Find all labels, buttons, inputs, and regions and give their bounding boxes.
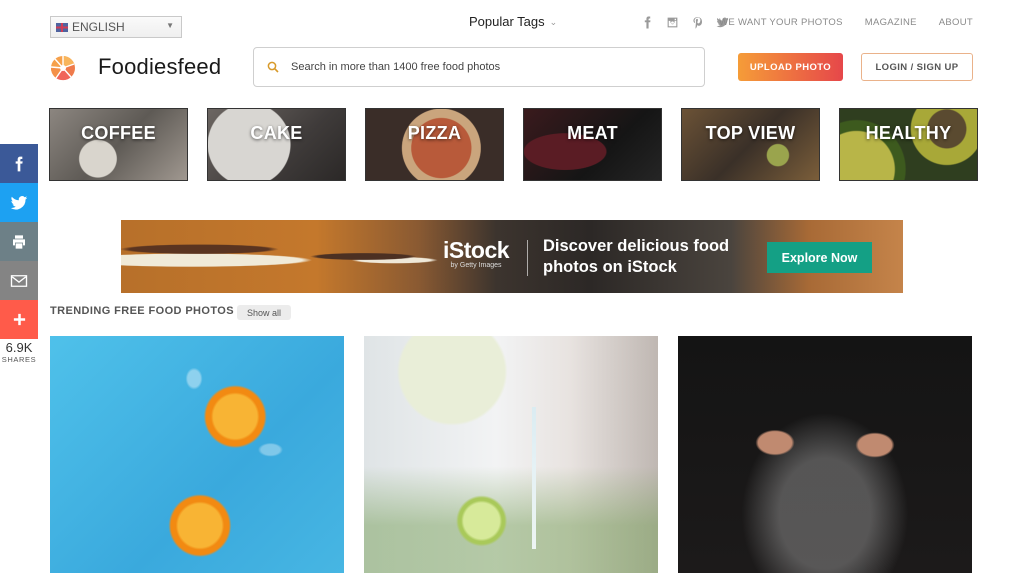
category-pizza[interactable]: PIZZA — [365, 108, 504, 181]
category-meat[interactable]: MEAT — [523, 108, 662, 181]
link-magazine[interactable]: MAGAZINE — [865, 17, 917, 28]
link-about[interactable]: ABOUT — [939, 17, 973, 28]
category-cake[interactable]: CAKE — [207, 108, 346, 181]
category-top-view[interactable]: TOP VIEW — [681, 108, 820, 181]
social-links — [641, 15, 729, 30]
category-label: CAKE — [250, 123, 303, 143]
login-signup-button[interactable]: LOGIN / SIGN UP — [861, 53, 973, 81]
pinterest-icon[interactable] — [691, 15, 704, 30]
language-select[interactable]: ENGLISH ▼ — [50, 16, 182, 38]
share-more-button[interactable] — [0, 300, 38, 339]
uk-flag-icon — [56, 22, 68, 32]
category-coffee[interactable]: COFFEE — [49, 108, 188, 181]
brand-name[interactable]: Foodiesfeed — [98, 54, 221, 80]
search-box — [253, 47, 705, 87]
top-nav-links: WE WANT YOUR PHOTOS MAGAZINE ABOUT — [719, 17, 973, 28]
photo-card-flour-hands[interactable] — [678, 336, 972, 573]
istock-logo: iStock by Getty Images — [443, 237, 510, 270]
trending-heading: TRENDING FREE FOOD PHOTOS — [50, 305, 234, 317]
category-label: COFFEE — [81, 123, 156, 143]
share-count-label: SHARES — [1, 355, 37, 364]
category-label: TOP VIEW — [705, 123, 796, 143]
show-all-button[interactable]: Show all — [237, 305, 291, 320]
category-label: MEAT — [567, 123, 618, 143]
share-print-button[interactable] — [0, 222, 38, 261]
chevron-down-icon: ⌄ — [549, 17, 558, 27]
share-count-number: 6.9K — [5, 340, 33, 355]
ad-brand: iStock — [443, 237, 510, 263]
ad-divider — [527, 240, 528, 276]
share-twitter-button[interactable] — [0, 183, 38, 222]
category-healthy[interactable]: HEALTHY — [839, 108, 978, 181]
share-count: 6.9K SHARES — [0, 340, 38, 365]
email-icon — [10, 274, 28, 287]
ad-headline: Discover delicious food photos on iStock — [543, 237, 730, 276]
category-label: PIZZA — [407, 123, 462, 143]
share-sidebar: 6.9K SHARES — [0, 144, 38, 364]
facebook-icon[interactable] — [641, 15, 654, 30]
istock-ad-banner[interactable]: iStock by Getty Images Discover deliciou… — [121, 220, 903, 293]
photo-card-water-pour[interactable] — [364, 336, 658, 573]
chevron-down-icon: ▼ — [166, 21, 174, 30]
link-we-want-your-photos[interactable]: WE WANT YOUR PHOTOS — [719, 17, 843, 28]
twitter-icon — [10, 195, 28, 209]
popular-tags-label: Popular Tags — [469, 14, 545, 29]
facebook-icon — [15, 156, 23, 171]
share-facebook-button[interactable] — [0, 144, 38, 183]
instagram-icon[interactable] — [666, 15, 679, 30]
photo-card-oranges[interactable] — [50, 336, 344, 573]
language-label: ENGLISH — [72, 20, 125, 34]
popular-tags-dropdown[interactable]: Popular Tags ⌄ — [469, 14, 557, 29]
upload-photo-button[interactable]: UPLOAD PHOTO — [738, 53, 843, 81]
ad-brand-sub: by Getty Images — [450, 262, 502, 269]
explore-now-button[interactable]: Explore Now — [767, 242, 872, 273]
search-input[interactable] — [291, 61, 691, 73]
search-icon — [267, 61, 279, 73]
category-label: HEALTHY — [865, 123, 952, 143]
plus-icon — [13, 313, 25, 326]
trending-photos — [50, 336, 972, 573]
category-tiles: COFFEE CAKE PIZZA MEAT TOP VIEW HEALTHY — [49, 108, 978, 181]
logo-icon[interactable] — [50, 55, 76, 81]
print-icon — [13, 234, 25, 249]
share-email-button[interactable] — [0, 261, 38, 300]
